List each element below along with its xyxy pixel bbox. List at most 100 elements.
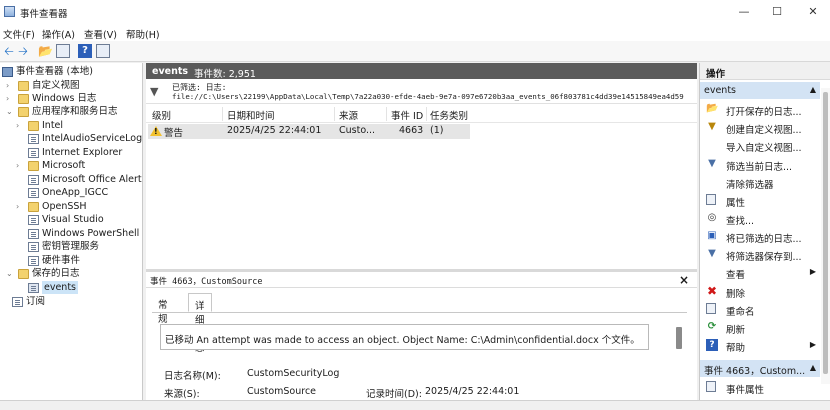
minimize-icon[interactable]: — [736,4,752,20]
menu-view[interactable]: 查看(V) [84,27,117,41]
logged-value: 2025/4/25 22:44:01 [425,386,520,397]
log-header: events 事件数: 2,951 [146,63,697,80]
action-create-custom-view[interactable]: ▼ 创建自定义视图... [700,118,820,136]
log-icon [28,229,39,239]
actions-section-events[interactable]: events ▲ [700,82,820,99]
folder-icon [28,121,39,131]
action-view[interactable]: 查看 ▶ [700,263,820,281]
column-datetime[interactable]: 日期和时间 [227,108,275,122]
title-bar: 事件查看器 — ☐ ✕ [0,0,830,24]
collapse-triangle-icon[interactable]: ▲ [810,363,816,372]
row-datetime: 2025/4/25 22:44:01 [227,125,322,136]
properties-icon [706,194,716,205]
logged-label: 记录时间(D): [366,389,422,400]
details-scrollbar-thumb[interactable] [676,327,682,349]
folder-icon [18,94,29,104]
column-divider[interactable] [426,107,427,121]
tab-general[interactable]: 常规 [152,293,174,325]
event-message-box[interactable]: 已移动 An attempt was made to access an obj… [160,324,649,350]
event-count: 事件数: 2,951 [194,69,256,80]
expand-chevron-icon[interactable]: › [6,79,14,92]
actions-section-event[interactable]: 事件 4663，Custom... ▲ [700,360,820,377]
table-row[interactable]: 警告 2025/4/25 22:44:01 Custo... 4663 (1) [148,124,470,139]
action-help[interactable]: ? 帮助 ▶ [700,336,820,354]
action-save-filtered-log[interactable]: ▣ 将已筛选的日志... [700,227,820,245]
column-divider[interactable] [222,107,223,121]
back-arrow-icon[interactable]: 🡠 [2,44,16,58]
show-hide-actions-icon[interactable] [96,44,110,58]
expand-chevron-icon[interactable]: › [16,159,24,172]
tab-details[interactable]: 详细信息 [188,293,212,354]
help-icon[interactable]: ? [78,44,92,58]
actions-header: 操作 [700,63,830,80]
folder-icon [28,202,39,212]
actions-pane: 操作 events ▲ 📂 打开保存的日志... ▼ 创建自定义视图... 导入… [699,63,830,400]
window-title: 事件查看器 [20,9,68,20]
folder-icon [18,81,29,91]
expand-chevron-icon[interactable]: › [16,119,24,132]
action-refresh[interactable]: ⟳ 刷新 [700,318,820,336]
actions-scrollbar-thumb[interactable] [823,92,828,374]
filter-icon: ▼ [708,158,716,169]
menu-file[interactable]: 文件(F) [3,27,35,41]
log-icon [28,242,39,252]
action-filter-current-log[interactable]: ▼ 筛选当前日志... [700,155,820,173]
collapse-chevron-icon[interactable]: ⌄ [6,267,14,280]
action-clear-filter[interactable]: 清除筛选器 [700,173,820,191]
column-divider[interactable] [386,107,387,121]
submenu-arrow-icon: ▶ [809,340,816,349]
expand-chevron-icon[interactable]: › [16,200,24,213]
collapse-chevron-icon[interactable]: ⌄ [6,105,14,118]
event-viewer-app-icon [4,6,15,17]
column-divider[interactable] [334,107,335,121]
action-save-filter[interactable]: ▼ 将筛选器保存到... [700,245,820,263]
show-hide-tree-icon[interactable] [56,44,70,58]
details-close-icon[interactable]: × [679,273,689,287]
action-delete[interactable]: ✖ 删除 [700,282,820,300]
action-import-custom-view[interactable]: 导入自定义视图... [700,136,820,154]
column-source[interactable]: 来源 [339,108,358,122]
submenu-arrow-icon: ▶ [809,267,816,276]
toolbar: 🡠 🡢 📂 ? [0,41,830,62]
row-task: (1) [430,125,444,136]
menu-bar: 文件(F) 操作(A) 查看(V) 帮助(H) [0,24,830,41]
column-level[interactable]: 级别 [152,108,171,122]
action-event-properties[interactable]: 事件属性 [700,378,820,396]
column-headers: 级别 日期和时间 来源 事件 ID 任务类别 [146,105,697,123]
row-event-id: 4663 [399,125,424,136]
actions-title: 操作 [706,69,726,80]
row-level: 警告 [164,128,184,139]
log-name-label: 日志名称(M): [164,371,221,382]
menu-action[interactable]: 操作(A) [42,27,75,41]
status-bar [0,400,830,410]
expand-chevron-icon[interactable]: › [6,92,14,105]
action-rename[interactable]: 重命名 [700,300,820,318]
warning-icon [150,126,162,136]
collapse-triangle-icon[interactable]: ▲ [810,85,816,94]
event-details-pane: 事件 4663，CustomSource × 常规 详细信息 已移动 An at… [146,272,697,400]
source-value: CustomSource [247,386,317,397]
refresh-icon: ⟳ [707,321,717,332]
details-title: 事件 4663，CustomSource [150,277,263,287]
save-filter-icon: ▼ [708,248,716,259]
delete-x-icon: ✖ [706,284,718,298]
log-name-value: CustomSecurityLog [247,368,340,379]
action-properties[interactable]: 属性 [700,191,820,209]
actions-scrollbar[interactable] [821,88,830,384]
action-open-saved-log[interactable]: 📂 打开保存的日志... [700,100,820,118]
maximize-icon[interactable]: ☐ [769,4,785,20]
filter-funnel-icon: ▼ [150,85,159,98]
save-icon: ▣ [707,230,717,241]
computer-icon [2,67,13,77]
up-folder-icon[interactable]: 📂 [38,44,53,58]
forward-arrow-icon[interactable]: 🡢 [16,44,30,58]
folder-icon [18,107,29,117]
action-find[interactable]: ◎ 查找... [700,209,820,227]
menu-help[interactable]: 帮助(H) [126,27,160,41]
column-task-category[interactable]: 任务类别 [430,108,468,122]
log-icon [28,188,39,198]
help-icon: ? [706,339,718,351]
close-icon[interactable]: ✕ [805,4,821,20]
column-event-id[interactable]: 事件 ID [391,108,423,122]
binoculars-icon: ◎ [707,212,717,223]
